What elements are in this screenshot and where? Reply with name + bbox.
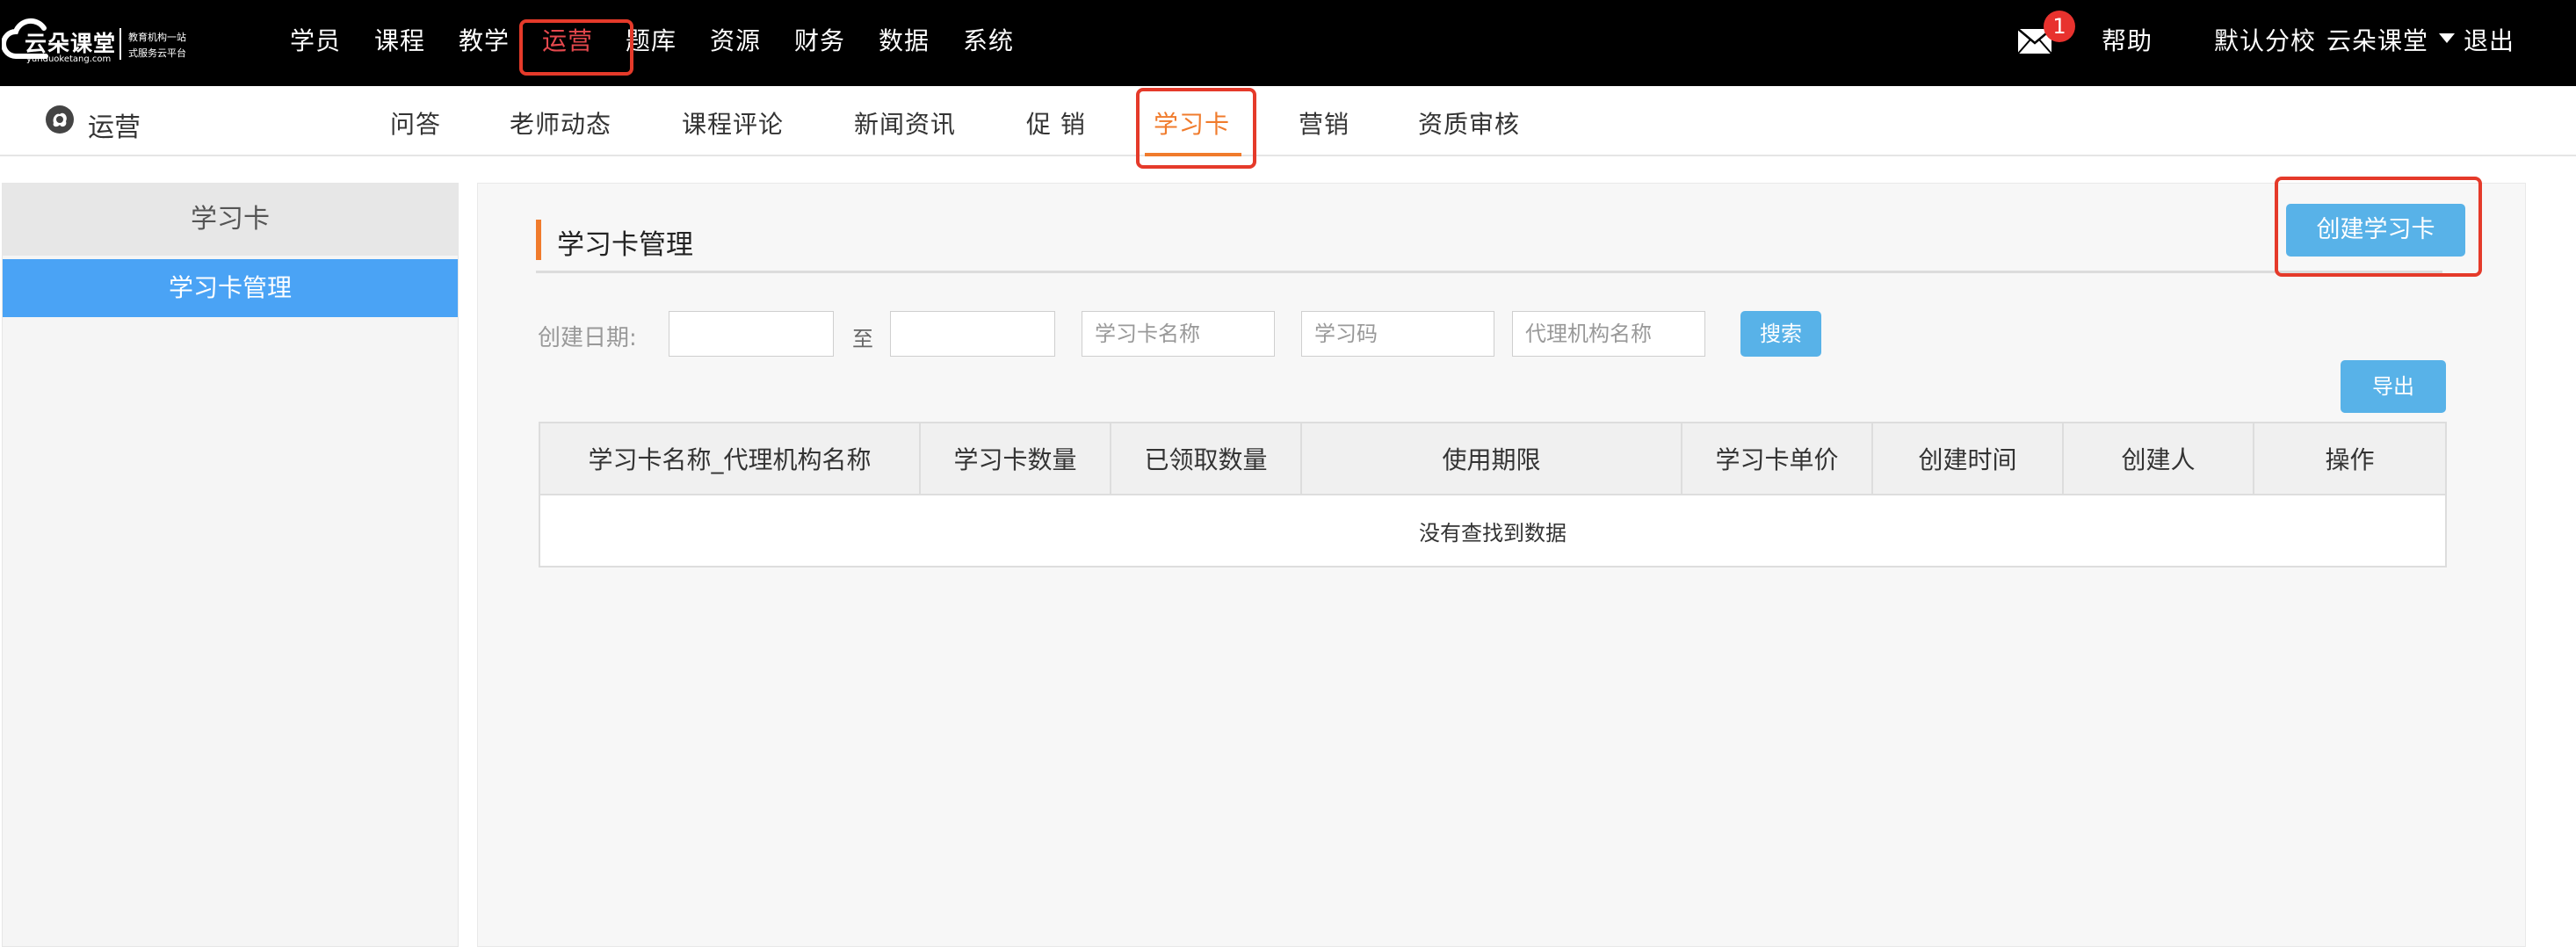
agency-name-input[interactable] — [1512, 311, 1705, 357]
study-code-input[interactable] — [1301, 311, 1494, 357]
column-header-actions: 操作 — [2253, 422, 2447, 495]
section-divider — [536, 271, 2442, 273]
chevron-down-icon[interactable] — [2439, 33, 2455, 43]
column-header-card-quantity[interactable]: 学习卡数量 — [919, 422, 1111, 495]
logo-domain: yunduoketang.com — [26, 54, 112, 64]
table-header-row: 学习卡名称_代理机构名称 学习卡数量 已领取数量 使用期限 学习卡单价 创建时间… — [539, 422, 2447, 495]
sidebar-header: 学习卡 — [3, 184, 458, 256]
sub-nav-promotions[interactable]: 促 销 — [1026, 105, 1086, 141]
sub-nav-qa[interactable]: 问答 — [390, 105, 441, 141]
highlight-box-create-button — [2275, 177, 2482, 277]
sidebar-item-study-card-management[interactable]: 学习卡管理 — [3, 259, 458, 317]
sub-nav-teacher-updates[interactable]: 老师动态 — [510, 105, 611, 141]
sub-nav-qualification-review[interactable]: 资质审核 — [1418, 105, 1520, 141]
highlight-box-study-card — [1136, 88, 1256, 169]
search-button[interactable]: 搜索 — [1740, 311, 1821, 357]
main-nav-finance[interactable]: 财务 — [794, 22, 845, 57]
logo-name: 云朵课堂 — [25, 31, 117, 56]
column-header-card-agency-name[interactable]: 学习卡名称_代理机构名称 — [539, 422, 921, 495]
sub-nav-news[interactable]: 新闻资讯 — [854, 105, 956, 141]
card-name-input[interactable] — [1082, 311, 1275, 357]
main-nav-courses[interactable]: 课程 — [374, 22, 425, 57]
notification-badge: 1 — [2044, 11, 2075, 42]
user-menu[interactable]: 云朵课堂 — [2326, 22, 2428, 57]
logout-link[interactable]: 退出 — [2464, 22, 2514, 57]
section-title-marker — [536, 220, 541, 260]
sub-nav: 运营 问答 老师动态 课程评论 新闻资讯 促 销 学习卡 营销 资质审核 — [0, 86, 2576, 156]
export-button[interactable]: 导出 — [2341, 360, 2446, 413]
logo[interactable]: 云朵课堂 yunduoketang.com 教育机构一站 式服务云平台 — [0, 16, 202, 69]
main-nav-data[interactable]: 数据 — [879, 22, 930, 57]
column-header-unit-price[interactable]: 学习卡单价 — [1681, 422, 1873, 495]
help-link[interactable]: 帮助 — [2102, 22, 2153, 57]
column-header-creator[interactable]: 创建人 — [2062, 422, 2254, 495]
date-range-separator: 至 — [852, 327, 873, 351]
study-card-table: 学习卡名称_代理机构名称 学习卡数量 已领取数量 使用期限 学习卡单价 创建时间… — [539, 422, 2447, 567]
empty-table-message: 没有查找到数据 — [539, 494, 2447, 567]
created-date-label: 创建日期: — [538, 325, 637, 351]
main-nav-resources[interactable]: 资源 — [710, 22, 761, 57]
main-nav-teaching[interactable]: 教学 — [459, 22, 510, 57]
sub-nav-title: 运营 — [88, 112, 141, 143]
page-title: 学习卡管理 — [557, 229, 693, 261]
column-header-created-time[interactable]: 创建时间 — [1871, 422, 2064, 495]
column-header-claimed-quantity[interactable]: 已领取数量 — [1110, 422, 1302, 495]
top-bar: 云朵课堂 yunduoketang.com 教育机构一站 式服务云平台 学员 课… — [0, 0, 2576, 86]
main-nav-students[interactable]: 学员 — [290, 22, 341, 57]
logo-separator — [119, 28, 121, 60]
sub-nav-course-reviews[interactable]: 课程评论 — [682, 105, 784, 141]
table-row: 没有查找到数据 — [539, 494, 2447, 567]
column-header-validity-period[interactable]: 使用期限 — [1300, 422, 1682, 495]
sub-nav-marketing[interactable]: 营销 — [1299, 105, 1350, 141]
operations-icon — [46, 105, 74, 134]
sidebar: 学习卡 学习卡管理 — [2, 183, 459, 947]
logo-tagline: 教育机构一站 式服务云平台 — [128, 32, 186, 59]
main-nav-system[interactable]: 系统 — [963, 22, 1014, 57]
start-date-input[interactable] — [669, 311, 834, 357]
end-date-input[interactable] — [890, 311, 1055, 357]
highlight-box-operations — [519, 19, 633, 76]
branch-selector[interactable]: 默认分校 — [2214, 22, 2316, 57]
